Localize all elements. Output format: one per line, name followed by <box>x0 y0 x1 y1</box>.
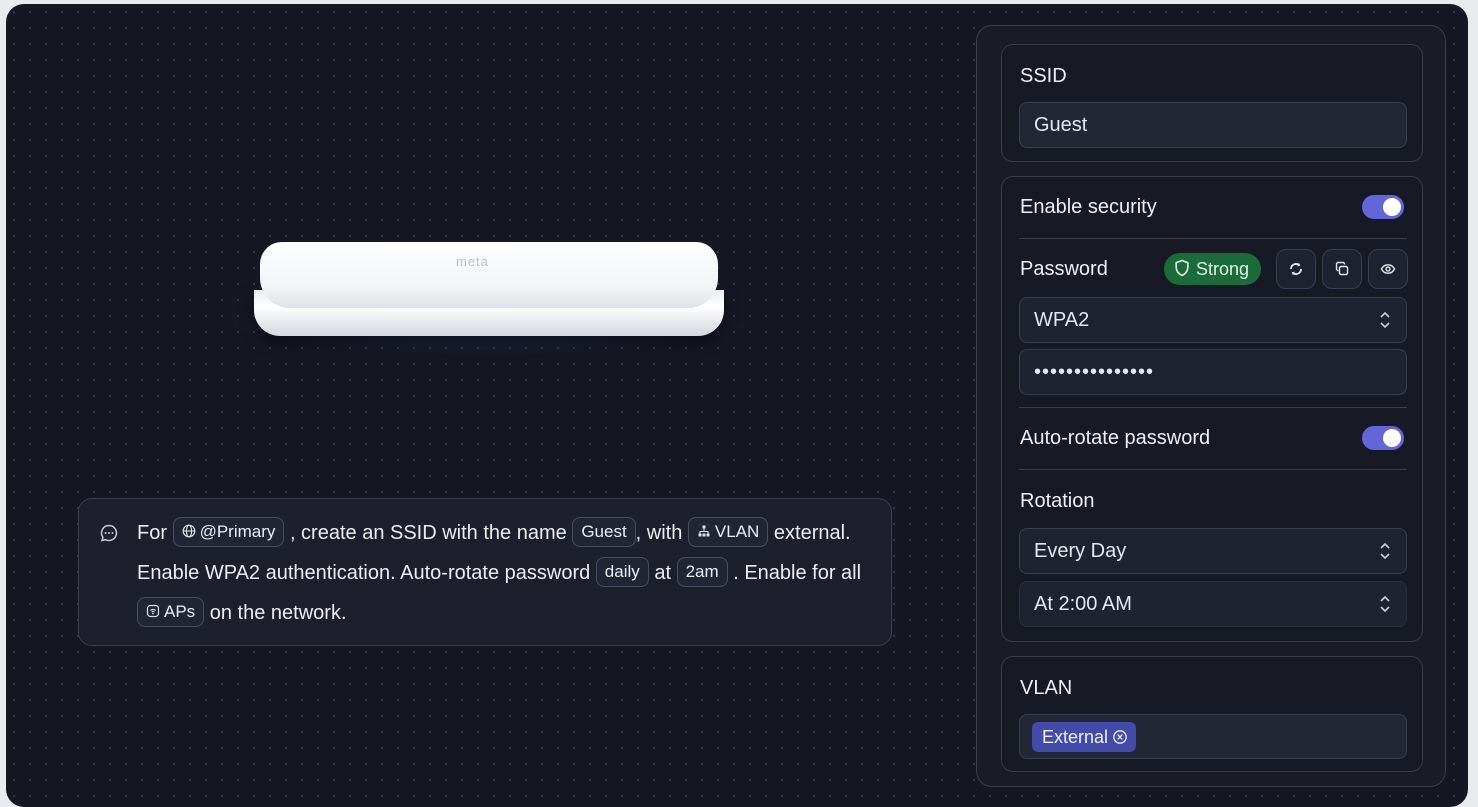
aps-chip-label: APs <box>164 601 196 621</box>
auto-rotate-label: Auto-rotate password <box>1020 427 1211 449</box>
chat-icon <box>100 524 118 542</box>
device-top: meta <box>260 242 718 308</box>
rotation-time-prefix: At <box>1034 593 1053 615</box>
vlan-chip[interactable]: VLAN <box>687 516 769 547</box>
auto-rotate-toggle[interactable] <box>1362 426 1404 450</box>
enable-security-label: Enable security <box>1020 196 1157 218</box>
ssid-label: SSID <box>1020 65 1067 87</box>
chevron-updown-icon <box>1380 311 1390 329</box>
security-card: Enable security Password Strong WPA2 •••… <box>1001 176 1423 642</box>
rotation-frequency-value: Every Day <box>1034 540 1127 562</box>
chevron-updown-icon <box>1380 542 1390 560</box>
remove-tag-icon[interactable] <box>1112 729 1128 745</box>
toggle-knob <box>1383 429 1401 447</box>
aps-chip[interactable]: APs <box>137 596 205 627</box>
ssid-config-panel: SSID Guest Enable security Password Stro… <box>976 25 1446 787</box>
auth-type-select[interactable]: WPA2 <box>1019 297 1407 343</box>
rotation-time-chip[interactable]: 2am <box>676 556 728 587</box>
prompt-text-7: on the network. <box>209 602 347 624</box>
enable-security-toggle[interactable] <box>1362 195 1404 219</box>
ssid-name-chip-label: Guest <box>581 521 627 541</box>
vlan-chip-label: VLAN <box>714 521 760 541</box>
vlan-card: VLAN External <box>1001 656 1423 772</box>
rotation-time-label: 2am <box>685 561 719 581</box>
refresh-icon <box>1290 262 1302 276</box>
ssid-input[interactable]: Guest <box>1019 102 1407 148</box>
chevron-updown-icon <box>1380 595 1390 613</box>
ssid-card: SSID Guest <box>1001 44 1423 162</box>
password-label: Password <box>1020 258 1108 280</box>
copy-password-button[interactable] <box>1322 249 1362 289</box>
canvas: meta For @Primary , create an SSID with … <box>6 4 1468 807</box>
prompt-text: For @Primary , create an SSID with the n… <box>137 513 875 633</box>
rotation-time-value: 2:00 AM <box>1058 593 1132 615</box>
network-tree-icon <box>698 525 710 537</box>
prompt-text-1: For <box>137 522 167 544</box>
vlan-label: VLAN <box>1020 677 1073 699</box>
network-mention-chip[interactable]: @Primary <box>172 516 285 547</box>
network-mention-label: @Primary <box>199 521 276 541</box>
eye-icon <box>1380 264 1396 274</box>
shield-icon <box>1175 259 1189 277</box>
password-strength-label: Strong <box>1196 259 1250 279</box>
access-point-icon <box>146 605 160 618</box>
divider <box>1019 407 1407 408</box>
show-password-button[interactable] <box>1368 249 1408 289</box>
access-point-image: meta <box>226 236 752 356</box>
rotation-frequency-select[interactable]: Every Day <box>1019 528 1407 574</box>
password-input[interactable]: ••••••••••••••• <box>1019 349 1407 395</box>
globe-icon <box>182 524 195 538</box>
ssid-name-chip[interactable]: Guest <box>572 516 636 547</box>
prompt-text-5: at <box>654 562 672 584</box>
auth-type-value: WPA2 <box>1034 309 1090 331</box>
prompt-text-6: . Enable for all <box>733 562 862 584</box>
rotation-frequency-label: daily <box>604 561 640 581</box>
password-strength-badge: Strong <box>1164 253 1262 285</box>
prompt-text-2: , create an SSID with the name <box>289 522 567 544</box>
rotation-frequency-chip[interactable]: daily <box>595 556 649 587</box>
copy-icon <box>1335 261 1349 276</box>
vlan-tag-label: External <box>1042 727 1109 747</box>
divider <box>1019 238 1407 239</box>
device-logo: meta <box>456 254 489 269</box>
vlan-tag: External <box>1032 722 1137 752</box>
rotation-label: Rotation <box>1020 490 1095 512</box>
prompt-card: For @Primary , create an SSID with the n… <box>78 498 892 646</box>
rotation-time-select[interactable]: At 2:00 AM <box>1019 581 1407 627</box>
prompt-text-3: , with <box>635 522 683 544</box>
divider <box>1019 469 1407 470</box>
vlan-input[interactable]: External <box>1019 714 1407 759</box>
toggle-knob <box>1383 198 1401 216</box>
regenerate-password-button[interactable] <box>1276 249 1316 289</box>
